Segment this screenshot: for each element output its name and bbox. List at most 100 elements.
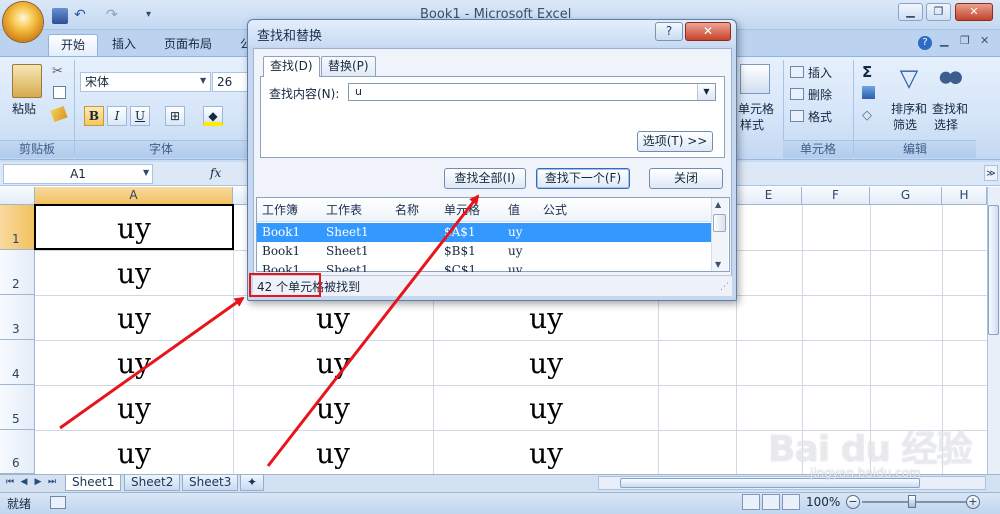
redo-icon[interactable]: ↷	[106, 8, 122, 24]
cell-a4[interactable]: uy	[35, 347, 233, 380]
dialog-help-button[interactable]: ?	[655, 22, 683, 41]
sort-filter-icon[interactable]: ▽	[894, 64, 924, 94]
options-button[interactable]: 选项(T) >>	[637, 131, 713, 152]
expand-formula-bar-icon[interactable]: ≫	[984, 165, 998, 181]
minimize-button[interactable]: ▁	[898, 3, 923, 21]
borders-icon[interactable]: ⊞	[165, 106, 185, 126]
row-header-1[interactable]: 1	[0, 205, 35, 250]
insert-cells-button[interactable]: 插入	[808, 64, 832, 81]
find-select-icon[interactable]	[936, 66, 964, 92]
find-next-button[interactable]: 查找下一个(F)	[536, 168, 630, 189]
insert-function-icon[interactable]: fx	[210, 166, 221, 180]
find-select-label-2[interactable]: 选择	[934, 116, 958, 133]
italic-button[interactable]: I	[107, 106, 127, 126]
paste-button[interactable]: 粘贴	[12, 100, 36, 117]
font-size-select[interactable]: 26	[212, 72, 252, 92]
next-sheet-icon[interactable]: ▶	[32, 476, 44, 489]
select-all-corner[interactable]	[0, 187, 35, 205]
sheet-tab-1[interactable]: Sheet1	[65, 475, 122, 491]
column-header-h[interactable]: H	[942, 187, 987, 205]
result-row[interactable]: Book1 Sheet1 $B$1 uy	[257, 242, 711, 261]
last-sheet-icon[interactable]: ⏭	[46, 476, 58, 489]
tab-replace[interactable]: 替换(P)	[321, 56, 376, 76]
fill-icon[interactable]	[862, 86, 875, 99]
find-all-button[interactable]: 查找全部(I)	[444, 168, 526, 189]
chevron-down-icon[interactable]: ▼	[200, 76, 206, 85]
tab-home[interactable]: 开始	[48, 34, 99, 56]
cell-c3[interactable]: uy	[447, 302, 645, 335]
row-header-2[interactable]: 2	[0, 250, 35, 295]
results-scroll-thumb[interactable]	[713, 214, 726, 232]
autosum-icon[interactable]: Σ	[862, 63, 872, 81]
name-box[interactable]: A1	[3, 164, 153, 184]
cell-c6[interactable]: uy	[447, 437, 645, 470]
header-value[interactable]: 值	[508, 201, 520, 218]
page-break-view-icon[interactable]	[782, 494, 800, 510]
header-sheet[interactable]: 工作表	[326, 201, 362, 218]
delete-cells-icon[interactable]	[790, 88, 804, 100]
tab-find[interactable]: 查找(D)	[263, 56, 320, 77]
sort-filter-label[interactable]: 排序和	[891, 100, 927, 117]
sheet-tab-3[interactable]: Sheet3	[182, 475, 239, 491]
underline-button[interactable]: U	[130, 106, 150, 126]
cell-b6[interactable]: uy	[234, 437, 432, 470]
format-cells-button[interactable]: 格式	[808, 108, 832, 125]
tab-page-layout[interactable]: 页面布局	[152, 34, 224, 56]
scroll-up-icon[interactable]: ▲	[715, 200, 721, 209]
copy-icon[interactable]	[53, 86, 66, 99]
row-header-6[interactable]: 6	[0, 430, 35, 474]
tab-insert[interactable]: 插入	[100, 34, 148, 56]
close-dialog-button[interactable]: 关闭	[649, 168, 723, 189]
chevron-down-icon[interactable]: ▼	[143, 168, 149, 177]
maximize-button[interactable]: ❐	[926, 3, 951, 21]
cut-icon[interactable]: ✂	[52, 64, 63, 79]
header-cell[interactable]: 单元格	[444, 201, 480, 218]
ribbon-close-icon[interactable]: ✕	[980, 34, 989, 47]
cell-a3[interactable]: uy	[35, 302, 233, 335]
customize-qat-icon[interactable]: ▾	[146, 8, 162, 24]
prev-sheet-icon[interactable]: ◀	[18, 476, 30, 489]
office-button[interactable]	[3, 2, 43, 42]
result-row[interactable]: Book1 Sheet1 $A$1 uy	[257, 223, 711, 242]
cell-styles-icon[interactable]	[740, 64, 770, 94]
cell-a2[interactable]: uy	[35, 257, 233, 290]
undo-icon[interactable]: ↶	[74, 8, 90, 24]
zoom-out-icon[interactable]: −	[846, 495, 860, 509]
insert-sheet-icon[interactable]: ✦	[240, 475, 264, 491]
bold-button[interactable]: B	[84, 106, 104, 126]
delete-cells-button[interactable]: 删除	[808, 86, 832, 103]
cell-a6[interactable]: uy	[35, 437, 233, 470]
resize-grip-icon[interactable]: ⋰	[720, 282, 729, 292]
cell-c5[interactable]: uy	[447, 392, 645, 425]
column-header-e[interactable]: E	[736, 187, 802, 205]
cell-styles-label[interactable]: 单元格	[738, 100, 774, 117]
zoom-in-icon[interactable]: +	[966, 495, 980, 509]
format-cells-icon[interactable]	[790, 110, 804, 122]
first-sheet-icon[interactable]: ⏮	[4, 476, 16, 489]
header-formula[interactable]: 公式	[543, 201, 567, 218]
column-header-f[interactable]: F	[802, 187, 870, 205]
zoom-slider-thumb[interactable]	[908, 495, 916, 508]
ribbon-restore-icon[interactable]: ❐	[960, 34, 970, 47]
cell-a5[interactable]: uy	[35, 392, 233, 425]
chevron-down-icon[interactable]: ▼	[697, 84, 715, 100]
font-name-select[interactable]: 宋体	[80, 72, 211, 92]
result-row[interactable]: Book1 Sheet1 $C$1 uy	[257, 261, 711, 272]
column-header-a[interactable]: A	[35, 187, 233, 205]
insert-cells-icon[interactable]	[790, 66, 804, 78]
clear-icon[interactable]: ◇	[862, 108, 872, 123]
save-icon[interactable]	[52, 8, 68, 24]
ribbon-minimize-icon[interactable]: ▁	[940, 34, 948, 47]
normal-view-icon[interactable]	[742, 494, 760, 510]
find-what-input[interactable]: u	[348, 83, 716, 101]
scroll-thumb[interactable]	[988, 205, 999, 335]
dialog-close-icon[interactable]: ✕	[685, 22, 731, 41]
cell-b3[interactable]: uy	[234, 302, 432, 335]
help-icon[interactable]: ?	[918, 36, 932, 50]
cell-b5[interactable]: uy	[234, 392, 432, 425]
row-header-4[interactable]: 4	[0, 340, 35, 385]
cell-c4[interactable]: uy	[447, 347, 645, 380]
sort-filter-label-2[interactable]: 筛选	[893, 116, 917, 133]
paste-icon[interactable]	[12, 64, 42, 98]
header-workbook[interactable]: 工作簿	[262, 201, 298, 218]
